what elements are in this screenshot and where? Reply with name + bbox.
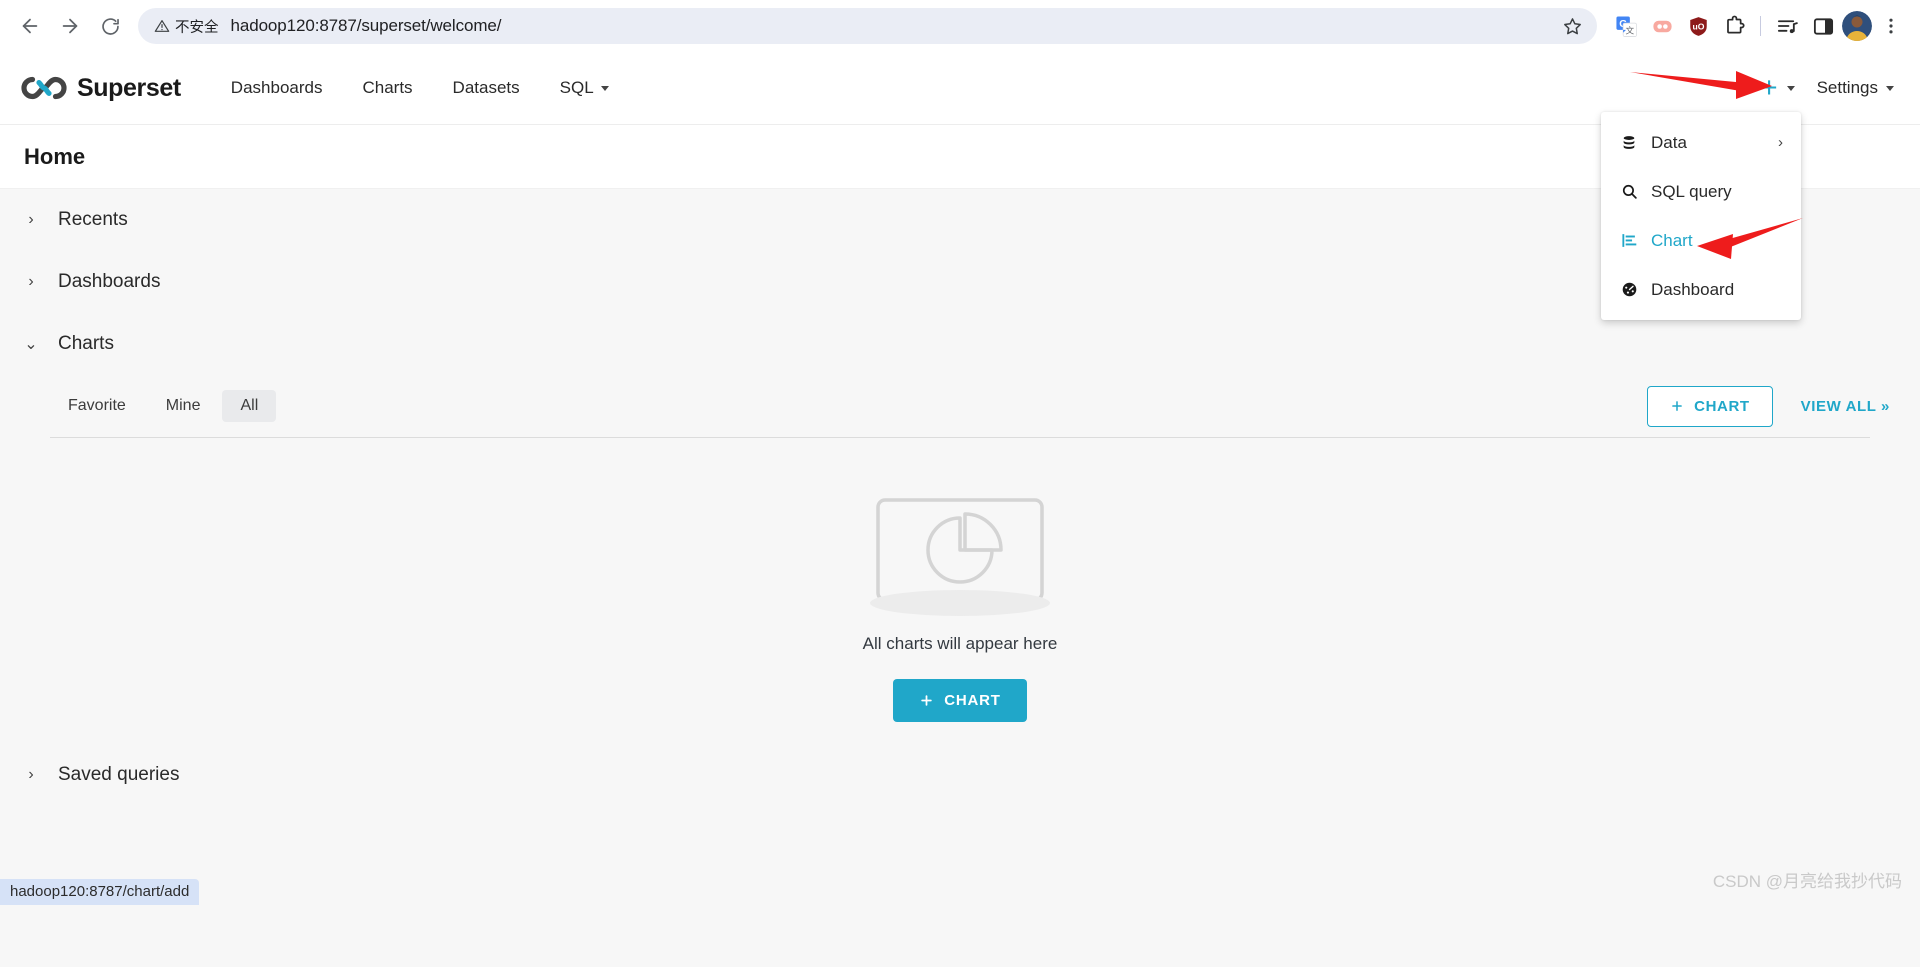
security-indicator[interactable]: 不安全 bbox=[154, 16, 231, 37]
tab-favorite[interactable]: Favorite bbox=[50, 390, 144, 422]
chevron-down-icon bbox=[600, 85, 609, 91]
pocket-icon[interactable] bbox=[1645, 9, 1679, 43]
section-label: Saved queries bbox=[58, 764, 180, 785]
chevron-down-icon: ⌄ bbox=[24, 336, 38, 353]
nav-links: Dashboards Charts Datasets SQL bbox=[211, 70, 629, 106]
add-chart-button[interactable]: CHART bbox=[1647, 385, 1773, 427]
forward-arrow-icon[interactable] bbox=[52, 8, 88, 44]
svg-text:uO: uO bbox=[1692, 21, 1704, 31]
section-label: Charts bbox=[58, 333, 114, 354]
dropdown-item-data[interactable]: Data › bbox=[1601, 118, 1801, 167]
profile-avatar[interactable] bbox=[1842, 11, 1872, 41]
database-icon bbox=[1620, 135, 1638, 151]
new-item-dropdown-menu: Data › SQL query Chart Dashboard bbox=[1601, 112, 1801, 320]
side-panel-icon[interactable] bbox=[1806, 9, 1840, 43]
browser-toolbar: 不安全 hadoop120:8787/superset/welcome/ G 文 bbox=[0, 0, 1920, 52]
chevron-right-icon: › bbox=[28, 211, 34, 228]
charts-filter-tabs: Favorite Mine All bbox=[50, 390, 277, 422]
navbar-right: + Settings bbox=[1760, 71, 1894, 104]
charts-empty-state: All charts will appear here CHART bbox=[0, 438, 1920, 722]
tab-label: Mine bbox=[165, 397, 201, 414]
nav-link-label: Datasets bbox=[452, 78, 520, 97]
nav-link-datasets[interactable]: Datasets bbox=[433, 70, 540, 106]
dropdown-item-label: SQL query bbox=[1651, 181, 1732, 201]
charts-panel-toolbar: Favorite Mine All CHART VIEW ALL » bbox=[0, 375, 1920, 437]
settings-label: Settings bbox=[1816, 78, 1878, 97]
section-label: Recents bbox=[58, 209, 128, 230]
chevron-right-icon: › bbox=[28, 273, 34, 290]
bookmark-star-icon[interactable] bbox=[1562, 16, 1583, 37]
chevron-right-icon: › bbox=[28, 766, 34, 783]
empty-add-chart-label: CHART bbox=[944, 692, 1001, 709]
plus-icon: + bbox=[1760, 71, 1778, 104]
reload-icon[interactable] bbox=[92, 8, 128, 44]
superset-logo[interactable]: Superset bbox=[20, 74, 181, 103]
empty-add-chart-button[interactable]: CHART bbox=[893, 679, 1027, 722]
url-text[interactable]: hadoop120:8787/superset/welcome/ bbox=[231, 16, 1563, 36]
page-title: Home bbox=[24, 143, 86, 169]
illustration-shadow bbox=[870, 590, 1050, 616]
bar-chart-icon bbox=[1620, 232, 1638, 249]
charts-panel: Favorite Mine All CHART VIEW ALL » All c… bbox=[0, 375, 1920, 722]
dropdown-item-label: Dashboard bbox=[1651, 279, 1735, 299]
svg-text:文: 文 bbox=[1625, 24, 1634, 35]
dropdown-item-sql-query[interactable]: SQL query bbox=[1601, 167, 1801, 216]
toolbar-divider bbox=[1760, 16, 1761, 36]
empty-state-text: All charts will appear here bbox=[862, 634, 1058, 653]
back-arrow-icon[interactable] bbox=[12, 8, 48, 44]
view-all-link[interactable]: VIEW ALL » bbox=[1801, 398, 1890, 415]
google-translate-icon[interactable]: G 文 bbox=[1609, 9, 1643, 43]
warning-triangle-icon bbox=[154, 20, 170, 32]
section-charts[interactable]: ⌄ Charts bbox=[0, 313, 1920, 375]
watermark: CSDN @月亮给我抄代码 bbox=[1712, 872, 1902, 891]
charts-panel-actions: CHART VIEW ALL » bbox=[1647, 385, 1890, 427]
new-item-button[interactable]: + bbox=[1760, 71, 1795, 104]
infinity-logo-icon bbox=[21, 76, 67, 100]
chevron-down-icon bbox=[1786, 85, 1795, 91]
nav-link-sql[interactable]: SQL bbox=[540, 70, 629, 106]
tab-label: All bbox=[240, 397, 259, 414]
add-chart-label: CHART bbox=[1694, 397, 1750, 415]
tab-label: Favorite bbox=[68, 397, 126, 414]
ublock-origin-icon[interactable]: uO bbox=[1681, 9, 1715, 43]
tab-mine[interactable]: Mine bbox=[148, 390, 219, 422]
empty-chart-illustration bbox=[870, 496, 1050, 616]
dropdown-item-dashboard[interactable]: Dashboard bbox=[1601, 265, 1801, 314]
extensions-toolbar: G 文 uO bbox=[1609, 9, 1908, 43]
nav-link-dashboards[interactable]: Dashboards bbox=[211, 70, 343, 106]
extensions-puzzle-icon[interactable] bbox=[1717, 9, 1751, 43]
section-label: Dashboards bbox=[58, 271, 161, 292]
nav-link-label: Dashboards bbox=[230, 78, 323, 97]
tab-all[interactable]: All bbox=[222, 390, 277, 422]
chevron-right-icon: › bbox=[1778, 134, 1783, 151]
nav-link-charts[interactable]: Charts bbox=[342, 70, 432, 106]
section-saved-queries[interactable]: › Saved queries bbox=[0, 744, 1920, 806]
dropdown-item-chart[interactable]: Chart bbox=[1601, 216, 1801, 265]
plus-icon bbox=[921, 695, 932, 706]
address-bar[interactable]: 不安全 hadoop120:8787/superset/welcome/ bbox=[138, 8, 1597, 44]
nav-link-label: SQL bbox=[559, 78, 594, 97]
dropdown-item-label: Data bbox=[1651, 132, 1687, 152]
brand-name: Superset bbox=[77, 73, 181, 102]
chrome-menu-icon[interactable] bbox=[1874, 9, 1908, 43]
link-status-bar: hadoop120:8787/chart/add bbox=[0, 879, 200, 905]
reading-list-icon[interactable] bbox=[1770, 9, 1804, 43]
security-label: 不安全 bbox=[175, 19, 219, 36]
nav-link-label: Charts bbox=[362, 78, 413, 97]
settings-menu[interactable]: Settings bbox=[1817, 78, 1894, 98]
dropdown-item-label: Chart bbox=[1651, 230, 1693, 250]
dashboard-icon bbox=[1620, 281, 1638, 298]
plus-icon bbox=[1672, 401, 1682, 411]
search-icon bbox=[1620, 183, 1638, 200]
chevron-down-icon bbox=[1886, 85, 1894, 91]
